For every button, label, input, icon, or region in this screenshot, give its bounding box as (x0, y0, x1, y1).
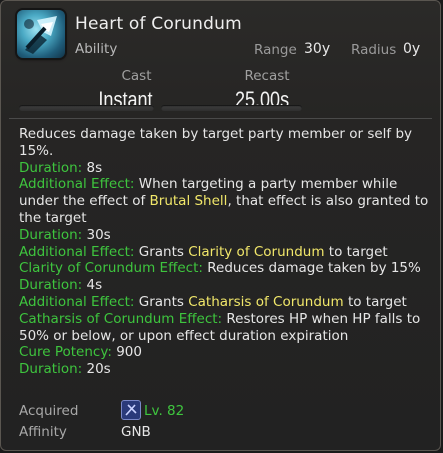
radius-value: 0y (403, 41, 421, 57)
catharsis-effect-label: Catharsis of Corundum Effect: (19, 310, 223, 327)
status-clarity-of-corundum: Clarity of Corundum (188, 243, 325, 260)
duration-label: Duration: (19, 159, 83, 176)
cast-bar (19, 105, 154, 111)
cure-potency-label: Cure Potency: (19, 344, 112, 361)
acquired-label: Acquired (19, 403, 79, 419)
radius-label: Radius (351, 42, 397, 58)
gunbreaker-job-icon (121, 400, 141, 420)
range-label: Range (254, 42, 297, 58)
clarity-effect-label: Clarity of Corundum Effect: (19, 260, 203, 277)
effect-text: Reduces damage taken by target party mem… (19, 126, 413, 159)
duration-value: 8s (86, 159, 103, 176)
affinity-value: GNB (121, 424, 151, 440)
cure-potency-value: 900 (116, 344, 142, 361)
additional-effect-text: Grants (138, 293, 184, 310)
action-tooltip: Heart of Corundum Ability Range 30y Radi… (0, 0, 441, 451)
additional-effect-label: Additional Effect: (19, 243, 135, 260)
status-brutal-shell: Brutal Shell (149, 193, 228, 210)
range-value: 30y (304, 41, 331, 57)
ability-type: Ability (75, 41, 118, 57)
recast-label: Recast (244, 68, 290, 84)
duration-value: 30s (86, 226, 111, 243)
duration-label: Duration: (19, 277, 83, 294)
divider (9, 118, 432, 119)
status-catharsis-of-corundum: Catharsis of Corundum (188, 293, 344, 310)
ability-description: Reduces damage taken by target party mem… (19, 126, 431, 378)
heart-of-corundum-icon (17, 10, 65, 58)
duration-label: Duration: (19, 226, 83, 243)
recast-bar (161, 105, 302, 111)
duration-label: Duration: (19, 361, 83, 378)
ability-title: Heart of Corundum (75, 14, 242, 34)
duration-value: 20s (86, 361, 111, 378)
additional-effect-label: Additional Effect: (19, 293, 135, 310)
additional-effect-text: to target (328, 243, 388, 260)
additional-effect-text: Grants (138, 243, 184, 260)
clarity-effect-text: Reduces damage taken by 15% (207, 260, 421, 277)
additional-effect-text: to target (347, 293, 407, 310)
additional-effect-label: Additional Effect: (19, 176, 135, 193)
duration-value: 4s (86, 277, 103, 294)
acquired-level: Lv. 82 (144, 403, 185, 419)
affinity-label: Affinity (19, 424, 67, 440)
